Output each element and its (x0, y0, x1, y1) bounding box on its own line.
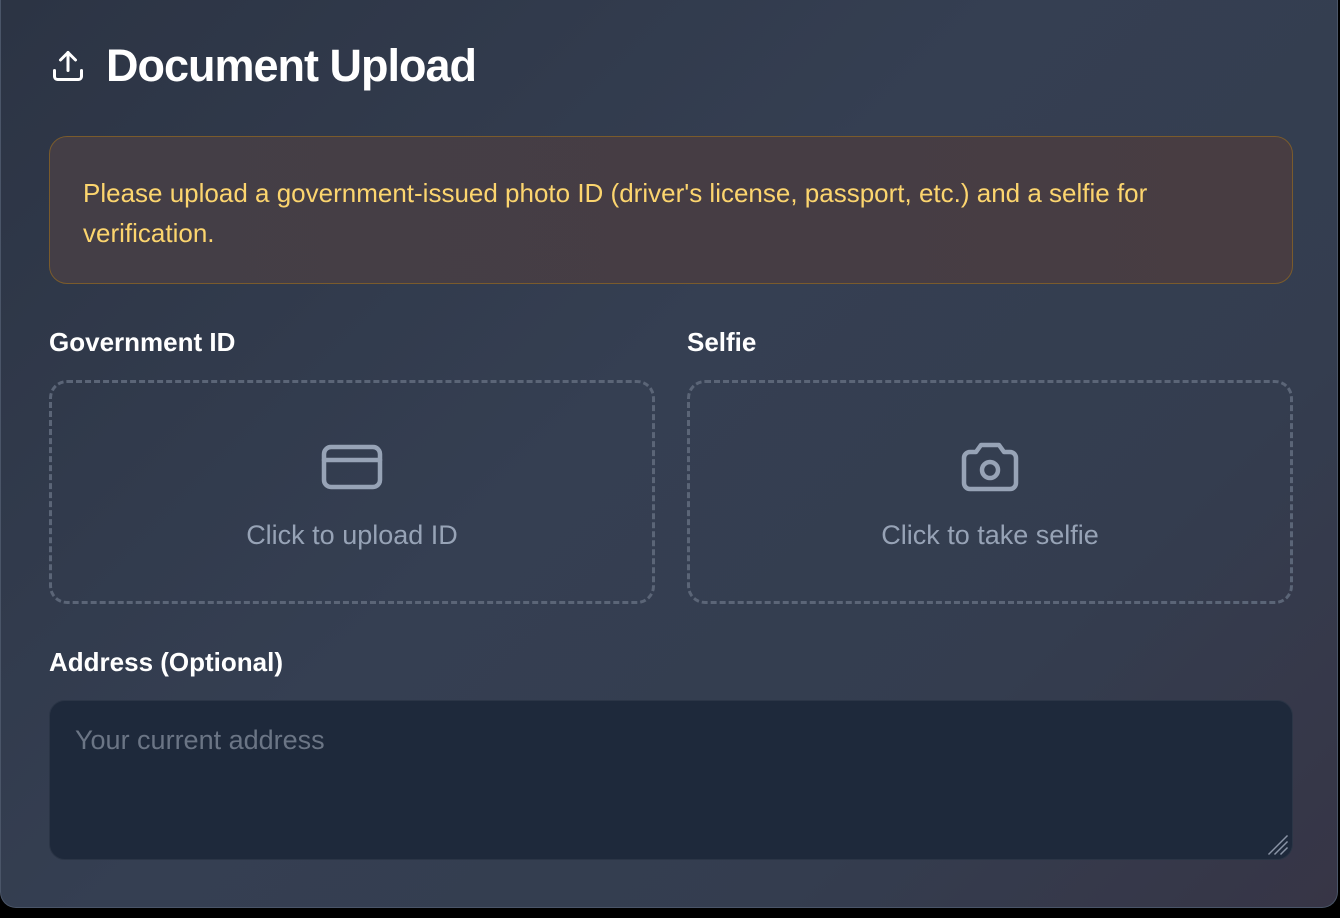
selfie-dropzone[interactable]: Click to take selfie (687, 380, 1293, 604)
address-label: Address (Optional) (49, 647, 284, 677)
notice-text: Please upload a government-issued photo … (83, 178, 1148, 248)
selfie-prompt: Click to take selfie (881, 520, 1099, 550)
camera-icon (958, 441, 1022, 497)
header: Document Upload (50, 40, 477, 92)
government-id-label: Government ID (49, 327, 236, 357)
resize-handle-icon[interactable] (1265, 832, 1289, 856)
government-id-prompt: Click to upload ID (246, 520, 458, 550)
verification-notice: Please upload a government-issued photo … (49, 136, 1293, 284)
id-card-icon (320, 441, 384, 497)
page-title: Document Upload (106, 40, 477, 91)
document-upload-card: Document Upload Please upload a governme… (0, 0, 1338, 908)
upload-icon (50, 48, 86, 84)
selfie-label: Selfie (687, 327, 757, 357)
address-field (49, 700, 1293, 860)
government-id-dropzone[interactable]: Click to upload ID (49, 380, 655, 604)
address-input[interactable] (50, 701, 1292, 859)
